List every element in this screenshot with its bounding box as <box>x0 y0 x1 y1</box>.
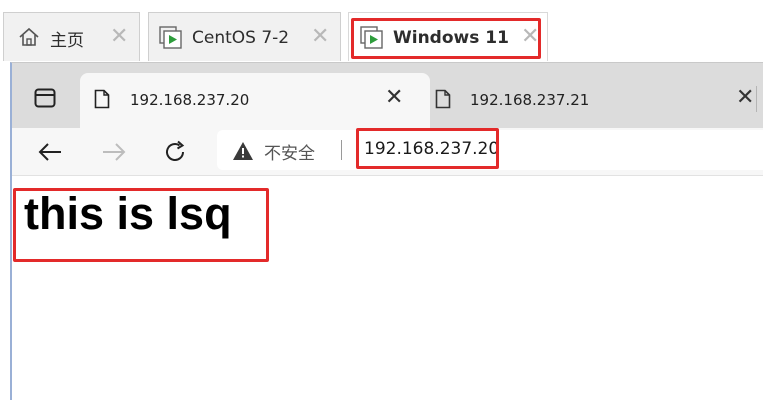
address-bar[interactable]: 不安全 192.168.237.20 <box>217 130 763 170</box>
close-icon[interactable]: ✕ <box>311 26 329 48</box>
browser-toolbar: 不安全 192.168.237.20 <box>12 128 763 176</box>
tab-actions-icon[interactable] <box>34 88 56 112</box>
close-icon[interactable]: ✕ <box>736 87 754 109</box>
page-heading: this is lsq <box>24 188 232 239</box>
vmware-tab-centos-label: CentOS 7-2 <box>192 28 290 48</box>
url-text[interactable]: 192.168.237.20 <box>364 139 499 159</box>
back-icon[interactable] <box>34 136 66 168</box>
browser-tab-title: 192.168.237.21 <box>470 91 590 109</box>
close-icon[interactable]: ✕ <box>385 87 403 109</box>
browser-tab-active[interactable]: 192.168.237.20 ✕ <box>80 73 430 128</box>
vmware-tab-windows11-label: Windows 11 <box>393 28 509 48</box>
vmware-tab-home-label: 主页 <box>50 31 84 51</box>
vmware-tab-windows11[interactable]: Windows 11 ✕ <box>348 12 548 61</box>
vmware-tab-centos[interactable]: CentOS 7-2 ✕ <box>148 12 341 61</box>
browser-tab-strip: 192.168.237.20 ✕ 192.168.237.21 ✕ <box>12 63 763 128</box>
refresh-icon[interactable] <box>159 136 191 168</box>
tab-divider <box>756 86 757 112</box>
forward-icon[interactable] <box>98 136 130 168</box>
vmware-tab-home[interactable]: 主页 ✕ <box>3 12 140 61</box>
page-icon <box>435 89 451 113</box>
page-icon <box>94 89 110 113</box>
vmware-tab-bar: 主页 ✕ CentOS 7-2 ✕ Windows 11 ✕ <box>0 0 763 62</box>
close-icon[interactable]: ✕ <box>521 26 539 48</box>
address-divider <box>341 140 342 160</box>
browser-tab-inactive[interactable]: 192.168.237.21 ✕ <box>430 73 763 128</box>
home-icon <box>18 27 40 51</box>
browser-tab-title: 192.168.237.20 <box>130 91 250 109</box>
vm-icon <box>360 26 384 54</box>
security-status-label[interactable]: 不安全 <box>264 139 315 164</box>
vm-icon <box>159 26 183 54</box>
close-icon[interactable]: ✕ <box>110 26 128 48</box>
warning-icon[interactable] <box>232 141 254 165</box>
